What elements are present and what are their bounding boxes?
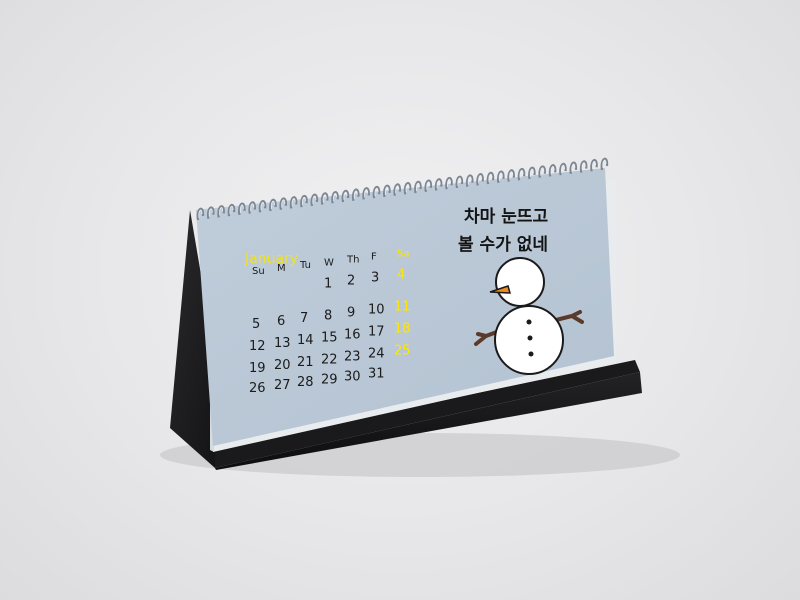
date-cell: 31 [368, 367, 385, 382]
spiral-coil-highlight [602, 159, 607, 169]
date-cell: 9 [347, 306, 355, 321]
weekday-tu: Tu [299, 260, 311, 271]
date-cell: 2 [347, 274, 355, 289]
desk-calendar-scene: January Su M Tu W Th F Sa 1 2 3 45 6 7 8 9 10 1112 13 14 1… [160, 157, 680, 477]
date-cell: 8 [324, 308, 332, 323]
date-cell: 25 [394, 344, 411, 359]
poem-line-2: 볼 수가 없네 [458, 235, 548, 255]
date-cell: 14 [297, 333, 314, 348]
snowman-button [527, 335, 533, 341]
month-label: January [244, 251, 298, 267]
date-cell: 4 [397, 268, 405, 283]
snowman-button [528, 351, 534, 357]
spiral-coil-highlight [550, 166, 555, 175]
spiral-coil-highlight [571, 163, 576, 172]
date-cell: 12 [249, 339, 266, 354]
date-cell: 23 [344, 350, 361, 365]
date-cell: 6 [277, 314, 285, 329]
weekday-th: Th [346, 255, 359, 266]
date-cell: 17 [368, 325, 385, 340]
date-cell: 26 [249, 381, 266, 396]
weekday-f: F [371, 252, 377, 263]
date-cell: 3 [371, 271, 379, 286]
date-cell: 16 [344, 328, 361, 343]
snowman-button [526, 319, 532, 325]
date-cell: 15 [321, 330, 338, 345]
weekday-su: Su [252, 266, 265, 277]
date-cell: 20 [274, 358, 291, 373]
date-cell: 7 [300, 311, 308, 326]
spiral-coil-highlight [581, 162, 586, 171]
weekday-m: M [277, 263, 286, 274]
date-cell: 18 [394, 322, 411, 337]
date-cell: 5 [252, 317, 260, 332]
date-cell: 13 [274, 336, 291, 351]
date-cell: 29 [321, 372, 338, 387]
date-cell: 30 [344, 370, 361, 385]
date-cell: 22 [321, 352, 338, 367]
date-cell: 28 [297, 375, 314, 390]
date-cell: 1 [324, 276, 332, 291]
poem-line-1: 차마 눈뜨고 [464, 207, 548, 227]
spiral-coil-highlight [592, 160, 597, 170]
snowman-head [495, 257, 545, 307]
date-cell: 10 [368, 303, 385, 318]
spiral-coil-highlight [561, 164, 565, 174]
date-cell: 11 [394, 300, 411, 315]
date-cell: 19 [249, 361, 266, 376]
date-cell: 24 [368, 347, 385, 362]
weekday-w: W [324, 257, 334, 268]
date-cell: 21 [297, 355, 314, 370]
weekday-sa: Sa [397, 249, 409, 260]
date-cell: 27 [274, 378, 291, 393]
